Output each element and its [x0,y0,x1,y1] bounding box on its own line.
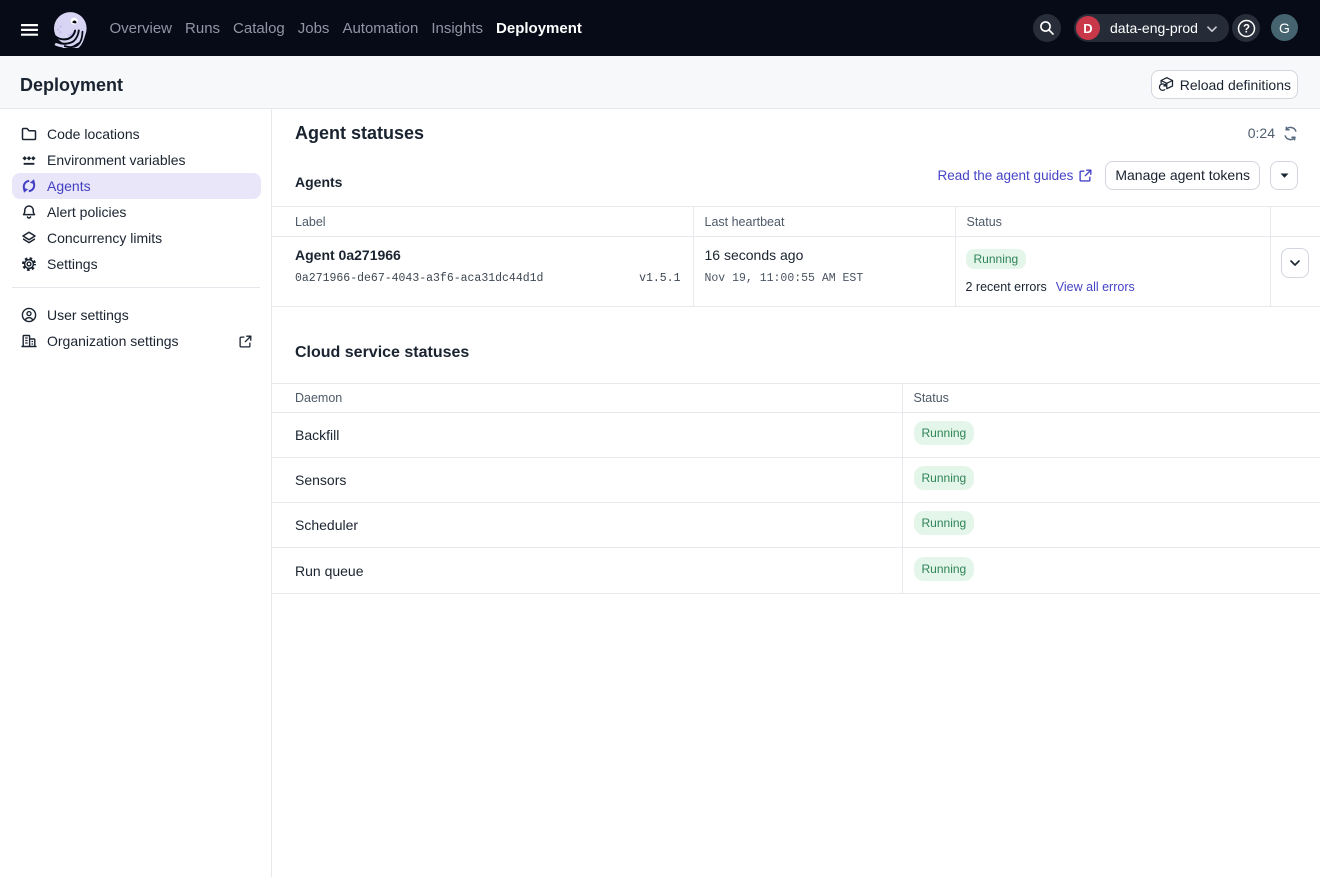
svg-text:?: ? [1242,23,1249,35]
